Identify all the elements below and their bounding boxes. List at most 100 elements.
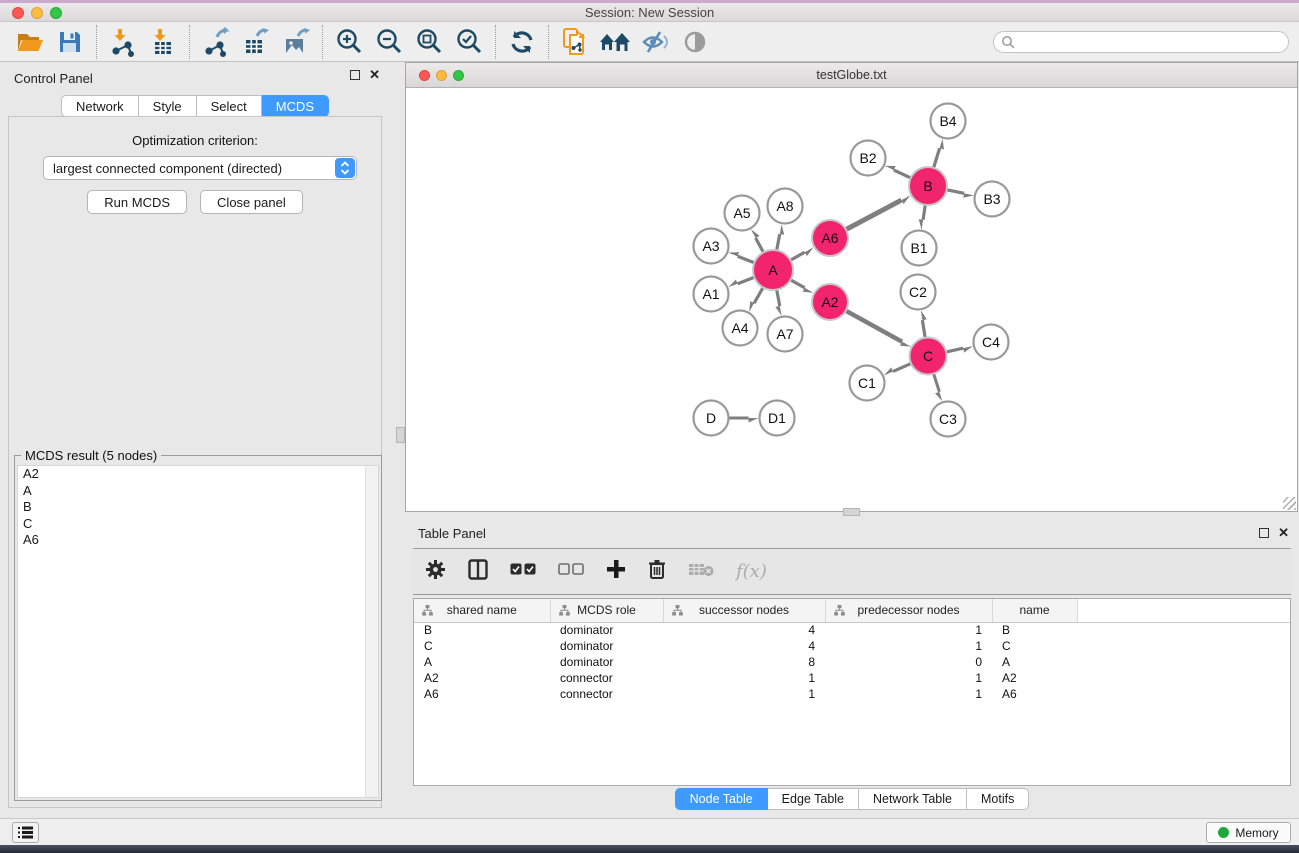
- settings-gear-button[interactable]: [425, 559, 446, 585]
- table-tabs: Node Table Edge Table Network Table Moti…: [405, 788, 1299, 810]
- tab-select[interactable]: Select: [197, 95, 262, 117]
- table-cell[interactable]: 1: [663, 670, 825, 686]
- splitter-handle-left[interactable]: [396, 427, 405, 443]
- save-session-icon: [57, 29, 83, 55]
- zoom-fit-button[interactable]: [409, 26, 449, 58]
- table-cell[interactable]: connector: [550, 670, 663, 686]
- column-header-MCDS-role[interactable]: MCDS role: [550, 599, 663, 622]
- table-cell[interactable]: A6: [992, 686, 1077, 702]
- copy-network-button[interactable]: [555, 26, 595, 58]
- result-list-item[interactable]: A2: [18, 466, 378, 483]
- table-cell[interactable]: A: [992, 654, 1077, 670]
- export-network-button[interactable]: [196, 26, 236, 58]
- table-cell[interactable]: 4: [663, 638, 825, 654]
- graph-node-label: C1: [858, 375, 876, 391]
- result-list-scrollbar[interactable]: [365, 466, 378, 797]
- tab-network-table[interactable]: Network Table: [859, 788, 967, 810]
- table-cell[interactable]: 1: [825, 686, 992, 702]
- result-list-item[interactable]: C: [18, 516, 378, 533]
- table-cell[interactable]: dominator: [550, 638, 663, 654]
- table-cell[interactable]: A6: [414, 686, 550, 702]
- hide-panel-button[interactable]: [635, 26, 675, 58]
- save-session-button[interactable]: [50, 26, 90, 58]
- mcds-result-list[interactable]: A2ABCA6: [17, 465, 379, 798]
- table-cell[interactable]: 1: [663, 686, 825, 702]
- table-cell[interactable]: 4: [663, 622, 825, 638]
- tab-style[interactable]: Style: [139, 95, 197, 117]
- add-column-button[interactable]: [606, 559, 626, 584]
- table-cell[interactable]: A: [414, 654, 550, 670]
- network-window-titlebar[interactable]: testGlobe.txt: [406, 63, 1297, 88]
- toolbar-separator: [495, 25, 496, 59]
- column-header-shared-name[interactable]: shared name: [414, 599, 550, 622]
- delete-table-button: [688, 561, 714, 582]
- table-row[interactable]: Cdominator41C: [414, 638, 1291, 654]
- show-panel-button[interactable]: [675, 26, 715, 58]
- table-cell[interactable]: C: [992, 638, 1077, 654]
- criterion-dropdown[interactable]: largest connected component (directed): [43, 156, 357, 180]
- table-cell[interactable]: 1: [825, 670, 992, 686]
- search-box: [993, 31, 1289, 53]
- home-icon: [599, 29, 631, 55]
- close-table-panel-icon[interactable]: ✕: [1278, 528, 1289, 538]
- float-table-panel-icon[interactable]: [1259, 528, 1269, 538]
- table-cell[interactable]: connector: [550, 686, 663, 702]
- column-header-name[interactable]: name: [992, 599, 1077, 622]
- table-row[interactable]: A2connector11A2: [414, 670, 1291, 686]
- window-resize-grip[interactable]: [1283, 497, 1296, 510]
- table-cell[interactable]: A2: [414, 670, 550, 686]
- network-canvas[interactable]: B4B2BB3A8A5A6A3B1AC2A1A2A4A7C4CC1DD1C3: [406, 89, 1297, 511]
- desktop-background-bottom: [0, 845, 1299, 853]
- memory-button[interactable]: Memory: [1206, 822, 1291, 843]
- node-table-grid[interactable]: shared nameMCDS rolesuccessor nodesprede…: [414, 599, 1291, 702]
- search-input[interactable]: [993, 31, 1289, 53]
- tab-motifs[interactable]: Motifs: [967, 788, 1029, 810]
- table-cell[interactable]: C: [414, 638, 550, 654]
- float-panel-icon[interactable]: [350, 70, 360, 80]
- table-cell[interactable]: A2: [992, 670, 1077, 686]
- graph-node-label: B: [923, 178, 932, 194]
- tab-network[interactable]: Network: [61, 95, 139, 117]
- table-cell[interactable]: dominator: [550, 622, 663, 638]
- export-table-button[interactable]: [236, 26, 276, 58]
- table-row[interactable]: Bdominator41B: [414, 622, 1291, 638]
- home-button[interactable]: [595, 26, 635, 58]
- app-titlebar[interactable]: Session: New Session: [0, 3, 1299, 22]
- close-panel-icon[interactable]: ✕: [369, 70, 380, 80]
- close-panel-button[interactable]: Close panel: [200, 190, 303, 214]
- tab-mcds[interactable]: MCDS: [262, 95, 329, 117]
- tab-node-table[interactable]: Node Table: [675, 788, 768, 810]
- column-type-icon: [559, 605, 570, 616]
- refresh-layout-button[interactable]: [502, 26, 542, 58]
- result-list-item[interactable]: B: [18, 499, 378, 516]
- open-session-button[interactable]: [10, 26, 50, 58]
- export-image-button[interactable]: [276, 26, 316, 58]
- result-list-item[interactable]: A6: [18, 532, 378, 549]
- tab-edge-table[interactable]: Edge Table: [768, 788, 859, 810]
- deselect-all-button[interactable]: [558, 563, 584, 581]
- table-cell[interactable]: 0: [825, 654, 992, 670]
- table-cell[interactable]: 8: [663, 654, 825, 670]
- run-mcds-button[interactable]: Run MCDS: [87, 190, 187, 214]
- split-panel-button[interactable]: [468, 559, 488, 585]
- task-history-button[interactable]: [12, 822, 39, 843]
- splitter-handle-bottom[interactable]: [843, 508, 860, 516]
- table-cell[interactable]: 1: [825, 622, 992, 638]
- column-header-successor-nodes[interactable]: successor nodes: [663, 599, 825, 622]
- table-cell-filler: [1077, 654, 1291, 670]
- zoom-selected-button[interactable]: [449, 26, 489, 58]
- import-network-button[interactable]: [103, 26, 143, 58]
- select-all-button[interactable]: [510, 563, 536, 581]
- result-list-item[interactable]: A: [18, 483, 378, 500]
- table-row[interactable]: A6connector11A6: [414, 686, 1291, 702]
- table-cell[interactable]: dominator: [550, 654, 663, 670]
- import-table-button[interactable]: [143, 26, 183, 58]
- table-cell[interactable]: B: [414, 622, 550, 638]
- table-cell[interactable]: B: [992, 622, 1077, 638]
- zoom-out-button[interactable]: [369, 26, 409, 58]
- table-cell[interactable]: 1: [825, 638, 992, 654]
- table-row[interactable]: Adominator80A: [414, 654, 1291, 670]
- delete-column-button[interactable]: [648, 559, 666, 585]
- column-header-predecessor-nodes[interactable]: predecessor nodes: [825, 599, 992, 622]
- zoom-in-button[interactable]: [329, 26, 369, 58]
